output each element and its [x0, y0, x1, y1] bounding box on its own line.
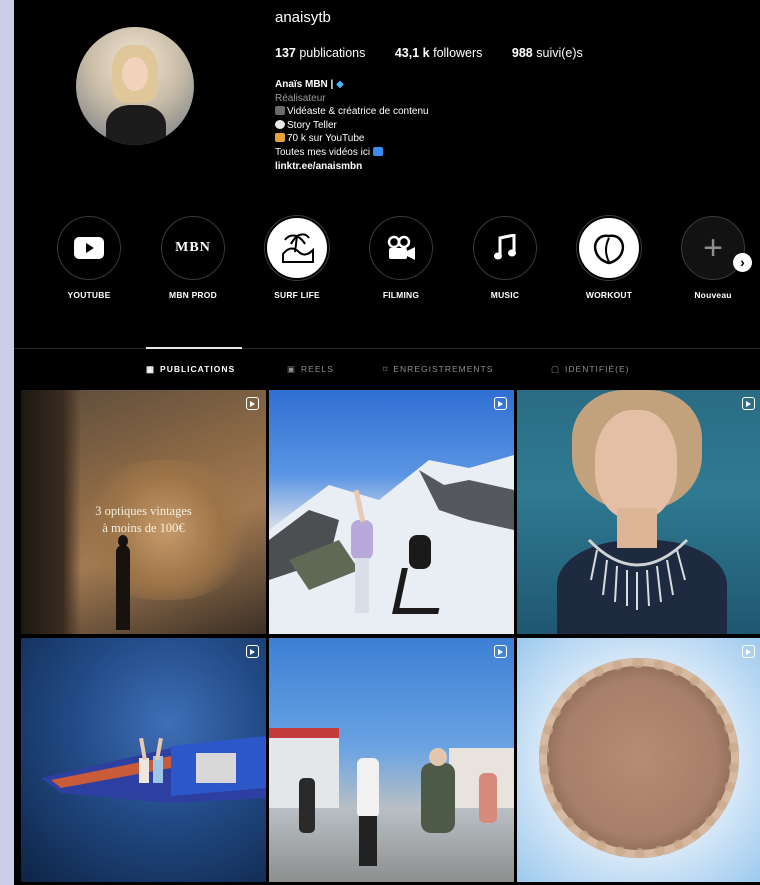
- post-thumbnail[interactable]: [517, 638, 760, 882]
- palm-wave-icon: [265, 216, 329, 280]
- publications-stat[interactable]: 137 publications: [275, 46, 365, 60]
- reels-icon: ▣: [287, 364, 297, 374]
- profile-stats: 137 publications 43,1 k followers 988 su…: [275, 46, 609, 60]
- tag-icon: ▢: [551, 364, 561, 374]
- bio-line: Story Teller: [287, 119, 337, 131]
- bio-line: 70 k sur YouTube: [287, 133, 365, 145]
- highlight-filming[interactable]: FILMING: [366, 216, 436, 300]
- profile-bio: Anaïs MBN | ◆ Réalisateur Vidéaste & cré…: [275, 78, 429, 173]
- following-stat[interactable]: 988 suivi(e)s: [512, 46, 583, 60]
- profile-category: Réalisateur: [275, 92, 326, 104]
- speech-bubble-icon: [275, 119, 285, 129]
- reel-icon: [494, 397, 507, 410]
- highlight-workout[interactable]: WORKOUT: [574, 216, 644, 300]
- film-icon: [275, 106, 285, 116]
- tab-identifie[interactable]: ▢ IDENTIFIÉ(E): [551, 364, 629, 375]
- followers-stat[interactable]: 43,1 k followers: [395, 46, 483, 60]
- post-caption: 3 optiques vintages à moins de 100€: [95, 504, 192, 535]
- bookmark-icon: ⌑: [383, 364, 389, 374]
- post-thumbnail[interactable]: [517, 390, 760, 634]
- youtube-play-icon: [57, 216, 121, 280]
- tabs-divider: [14, 348, 760, 349]
- post-thumbnail[interactable]: 3 optiques vintages à moins de 100€: [21, 390, 266, 634]
- diamond-icon: ◆: [336, 79, 344, 90]
- bio-link[interactable]: linktr.ee/anaismbn: [275, 160, 429, 174]
- peach-icon: [577, 216, 641, 280]
- tab-publications[interactable]: ▦ PUBLICATIONS: [146, 364, 235, 375]
- highlight-mbn-prod[interactable]: MBN MBN PROD: [158, 216, 228, 300]
- reel-icon: [246, 645, 259, 658]
- post-thumbnail[interactable]: [269, 390, 514, 634]
- profile-display-name: Anaïs MBN |: [275, 79, 334, 90]
- highlight-music[interactable]: MUSIC: [470, 216, 540, 300]
- reel-icon: [494, 645, 507, 658]
- tab-active-indicator: [146, 347, 242, 349]
- tab-reels[interactable]: ▣ REELS: [287, 364, 334, 375]
- tab-enregistrements[interactable]: ⌑ ENREGISTREMENTS: [383, 364, 493, 375]
- reel-icon: [246, 397, 259, 410]
- plus-icon: +: [681, 216, 745, 280]
- post-thumbnail[interactable]: [21, 638, 266, 882]
- bio-line: Vidéaste & créatrice de contenu: [287, 106, 429, 118]
- grid-icon: ▦: [146, 364, 156, 374]
- highlight-surf-life[interactable]: SURF LIFE: [262, 216, 332, 300]
- reel-icon: [742, 397, 755, 410]
- post-thumbnail[interactable]: [269, 638, 514, 882]
- profile-page: anaisytb 137 publications 43,1 k followe…: [14, 0, 760, 885]
- profile-avatar[interactable]: [76, 27, 194, 145]
- person-icon: [275, 133, 285, 143]
- mbn-logo: MBN: [161, 216, 225, 280]
- reel-icon: [742, 645, 755, 658]
- movie-camera-icon: [369, 216, 433, 280]
- profile-username: anaisytb: [275, 9, 331, 26]
- bio-line: Toutes mes vidéos ici: [275, 146, 371, 158]
- highlights-next-button[interactable]: ›: [733, 253, 752, 272]
- down-arrow-icon: [372, 146, 383, 156]
- highlight-youtube[interactable]: YOUTUBE: [54, 216, 124, 300]
- music-note-icon: [473, 216, 537, 280]
